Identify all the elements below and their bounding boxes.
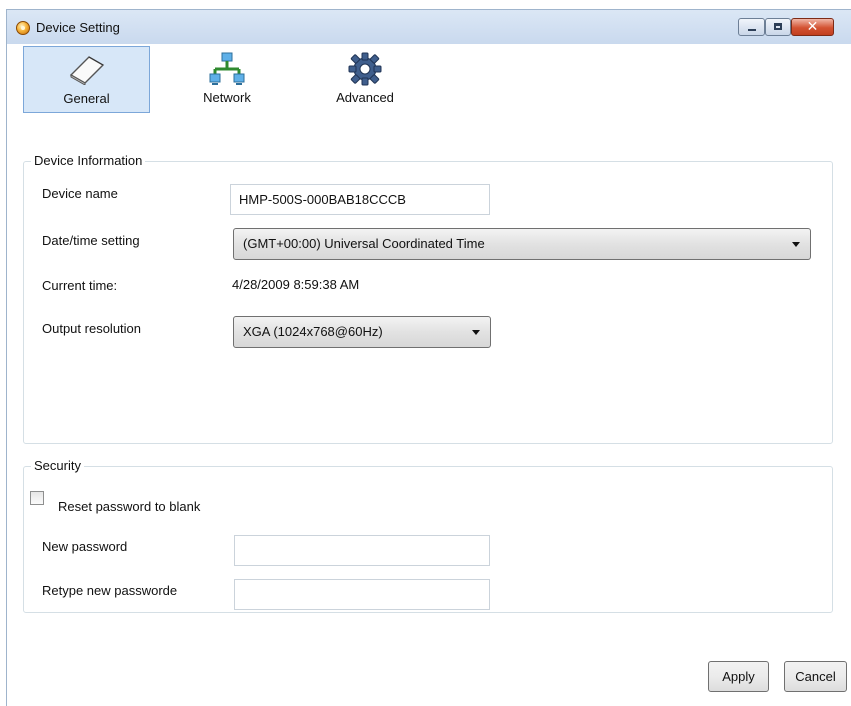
chevron-down-icon (792, 242, 800, 247)
close-icon: ✕ (806, 18, 819, 34)
datetime-setting-value: (GMT+00:00) Universal Coordinated Time (243, 236, 485, 251)
device-name-input[interactable] (230, 184, 490, 215)
apply-button[interactable]: Apply (708, 661, 769, 692)
tab-network-label: Network (203, 90, 251, 105)
tab-network[interactable]: Network (188, 46, 266, 113)
reset-password-checkbox[interactable] (30, 491, 44, 505)
output-resolution-select[interactable]: XGA (1024x768@60Hz) (233, 316, 491, 348)
title-bar[interactable]: Device Setting ✕ (7, 10, 851, 44)
tab-advanced[interactable]: Advanced (318, 46, 412, 113)
retype-password-input[interactable] (234, 579, 490, 610)
current-time-value: 4/28/2009 8:59:38 AM (232, 277, 360, 292)
current-time-label: Current time: (42, 278, 118, 293)
maximize-button[interactable] (765, 18, 791, 36)
chevron-down-icon (472, 330, 480, 335)
cancel-button[interactable]: Cancel (784, 661, 847, 692)
datetime-setting-label: Date/time setting (42, 233, 140, 248)
device-name-label: Device name (42, 186, 118, 201)
tab-advanced-label: Advanced (336, 90, 394, 105)
output-resolution-label: Output resolution (42, 321, 142, 336)
security-legend: Security (31, 458, 84, 473)
app-icon (16, 21, 30, 35)
retype-password-label: Retype new passworde (42, 583, 178, 598)
output-resolution-value: XGA (1024x768@60Hz) (243, 324, 383, 339)
notepad-icon (69, 56, 104, 85)
new-password-label: New password (42, 539, 128, 554)
tab-general-label: General (63, 91, 110, 106)
window-title: Device Setting (36, 20, 120, 35)
tab-general[interactable]: General (23, 46, 150, 113)
datetime-setting-select[interactable]: (GMT+00:00) Universal Coordinated Time (233, 228, 811, 260)
device-information-legend: Device Information (31, 153, 146, 168)
maximize-icon (774, 23, 782, 30)
reset-password-label[interactable]: Reset password to blank (58, 499, 200, 514)
new-password-input[interactable] (234, 535, 490, 566)
minimize-button[interactable] (738, 18, 765, 36)
network-icon (209, 52, 245, 85)
minimize-icon (748, 29, 756, 31)
close-button[interactable]: ✕ (791, 18, 834, 36)
gear-icon (348, 52, 382, 86)
